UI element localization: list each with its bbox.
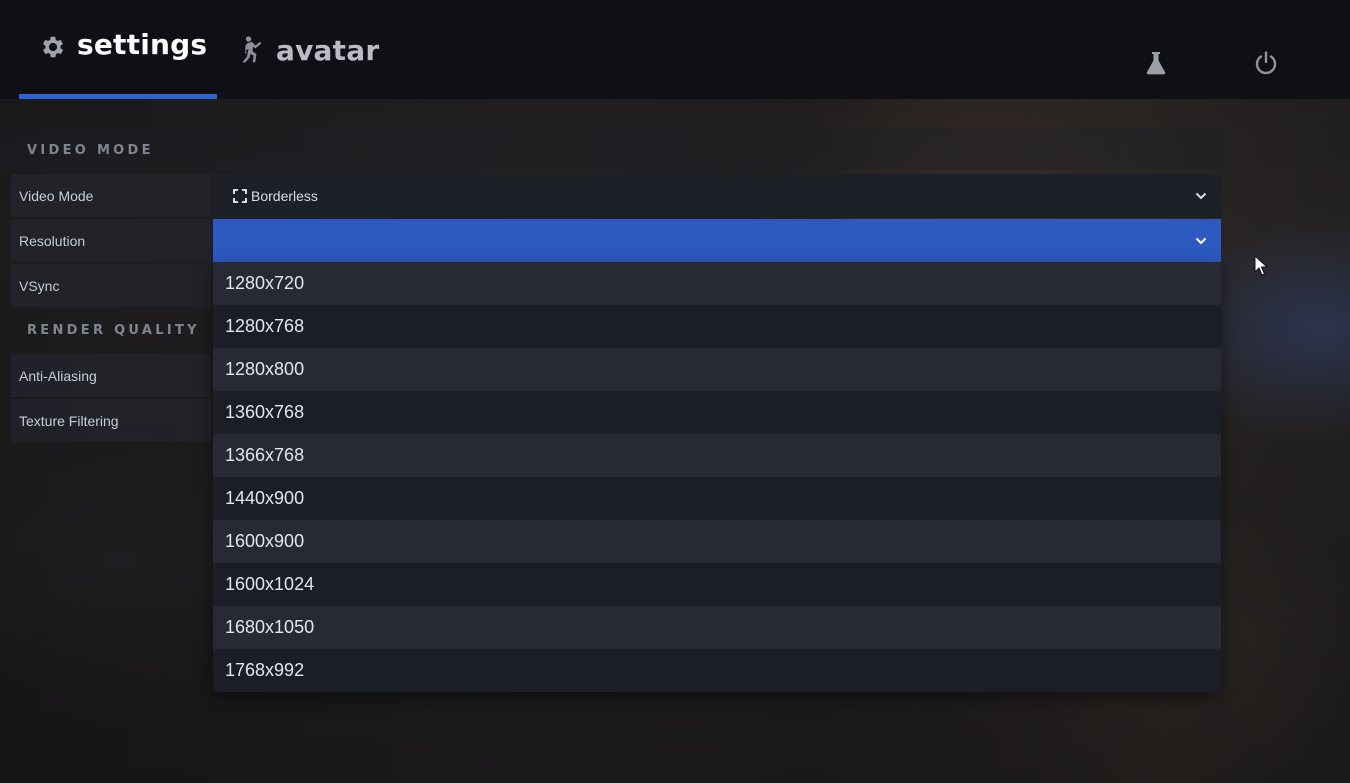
setting-label-texture-filtering: Texture Filtering bbox=[19, 412, 119, 429]
resolution-option[interactable]: 1280x768 bbox=[213, 305, 1221, 348]
power-icon[interactable] bbox=[1251, 48, 1281, 78]
resolution-option[interactable]: 1600x900 bbox=[213, 520, 1221, 563]
setting-row-video-mode: Video Mode bbox=[11, 174, 211, 217]
setting-row-texture-filtering: Texture Filtering bbox=[11, 399, 211, 442]
resolution-option[interactable]: 1360x768 bbox=[213, 391, 1221, 434]
flask-icon[interactable] bbox=[1141, 48, 1171, 78]
tab-settings[interactable]: settings bbox=[19, 0, 217, 99]
section-header-video-mode: VIDEO MODE bbox=[27, 143, 154, 158]
resolution-option[interactable]: 1280x800 bbox=[213, 348, 1221, 391]
setting-label-anti-aliasing: Anti-Aliasing bbox=[19, 367, 97, 384]
setting-label-video-mode: Video Mode bbox=[19, 187, 94, 204]
chevron-down-icon bbox=[1195, 192, 1207, 200]
tab-settings-label: settings bbox=[77, 28, 208, 61]
fullscreen-icon bbox=[233, 189, 247, 203]
active-tab-indicator bbox=[19, 94, 217, 99]
resolution-option[interactable]: 1680x1050 bbox=[213, 606, 1221, 649]
top-nav-bar: settings avatar bbox=[0, 0, 1350, 99]
resolution-option[interactable]: 1768x992 bbox=[213, 649, 1221, 692]
person-icon bbox=[238, 35, 266, 65]
resolution-dropdown-list: 1280x720 1280x768 1280x800 1360x768 1366… bbox=[213, 262, 1221, 692]
section-header-strip bbox=[0, 128, 1222, 170]
resolution-option[interactable]: 1440x900 bbox=[213, 477, 1221, 520]
video-mode-select[interactable]: Borderless bbox=[213, 174, 1221, 218]
video-mode-value: Borderless bbox=[251, 188, 318, 204]
tab-avatar-label: avatar bbox=[276, 34, 380, 67]
resolution-select[interactable] bbox=[213, 219, 1221, 262]
setting-row-resolution: Resolution bbox=[11, 219, 211, 262]
resolution-option[interactable]: 1366x768 bbox=[213, 434, 1221, 477]
mouse-cursor-icon bbox=[1254, 254, 1269, 282]
section-header-render-quality: RENDER QUALITY bbox=[27, 323, 200, 338]
setting-row-vsync: VSync bbox=[11, 264, 211, 307]
gear-icon bbox=[39, 33, 67, 61]
chevron-down-icon bbox=[1195, 237, 1207, 245]
tab-avatar[interactable]: avatar bbox=[238, 0, 379, 99]
resolution-option[interactable]: 1280x720 bbox=[213, 262, 1221, 305]
setting-label-resolution: Resolution bbox=[19, 232, 86, 249]
resolution-option[interactable]: 1600x1024 bbox=[213, 563, 1221, 606]
setting-label-vsync: VSync bbox=[19, 277, 60, 294]
setting-row-anti-aliasing: Anti-Aliasing bbox=[11, 354, 211, 397]
